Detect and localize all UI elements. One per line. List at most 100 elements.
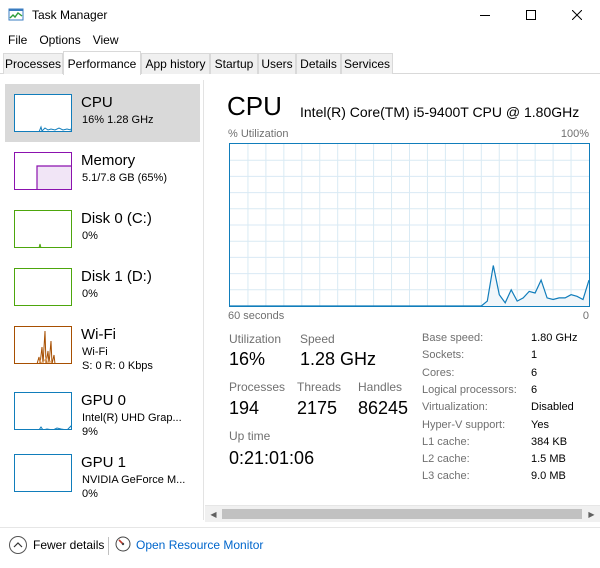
spec-value: 1.80 GHz (531, 332, 578, 344)
utilization-axis-max: 100% (560, 128, 589, 140)
utilization-value: 16% (229, 349, 266, 369)
spec-label: Virtualization: (422, 401, 488, 414)
minimize-button[interactable] (462, 0, 508, 30)
spec-label: Base speed: (422, 332, 484, 344)
chevron-up-icon (13, 542, 23, 548)
fewer-details-button[interactable] (9, 536, 27, 554)
sidebar-item-gpu-0[interactable]: GPU 0 Intel(R) UHD Grap... 9% (5, 382, 200, 440)
spec-value: Disabled (531, 401, 574, 414)
cpu-thumbnail-graph (14, 94, 72, 132)
maximize-button[interactable] (508, 0, 554, 30)
menu-file[interactable]: File (2, 33, 33, 47)
resource-monitor-icon[interactable] (115, 536, 131, 552)
sidebar-item-title: Memory (81, 152, 136, 169)
speed-label: Speed (300, 332, 335, 346)
memory-thumbnail-graph (14, 152, 72, 190)
sidebar-item-title: GPU 1 (81, 454, 127, 471)
spec-value: 1 (531, 349, 538, 362)
cpu-detail-panel: CPU Intel(R) Core(TM) i5-9400T CPU @ 1.8… (205, 80, 600, 520)
spec-value: 9.0 MB (531, 470, 566, 483)
utilization-label: Utilization (229, 332, 282, 346)
spec-value: 1.5 MB (531, 453, 566, 466)
title-bar: Task Manager (0, 0, 600, 30)
wifi-thumbnail-graph (14, 326, 72, 364)
graph-axis-right-label: 0 (582, 310, 589, 322)
sidebar-item-cpu[interactable]: CPU 16% 1.28 GHz (5, 84, 200, 142)
scrollbar-thumb[interactable] (222, 509, 582, 519)
menu-bar: File Options View (0, 30, 600, 50)
cpu-utilization-chart (230, 144, 589, 306)
spec-value: Yes (531, 418, 549, 431)
handles-label: Handles (358, 380, 403, 394)
minimize-icon (480, 15, 490, 16)
tab-strip: Processes Performance App history Startu… (0, 51, 600, 75)
spec-label: Hyper-V support: (422, 418, 506, 431)
gpu-1-thumbnail-graph (14, 454, 72, 492)
sidebar-item-detail-2: 9% (82, 426, 98, 438)
window-title: Task Manager (32, 8, 108, 22)
tab-performance[interactable]: Performance (63, 51, 141, 75)
menu-view[interactable]: View (87, 33, 125, 47)
sidebar-item-title: CPU (81, 94, 113, 111)
tab-app-history[interactable]: App history (141, 53, 210, 74)
processes-value: 194 (229, 398, 260, 418)
tab-services[interactable]: Services (341, 53, 393, 74)
sidebar-item-detail: 5.1/7.8 GB (65%) (82, 172, 167, 184)
spec-label: L1 cache: (422, 435, 470, 448)
sidebar-item-gpu-1[interactable]: GPU 1 NVIDIA GeForce M... 0% (5, 444, 200, 502)
sidebar-item-title: GPU 0 (81, 392, 127, 409)
sidebar-item-title: Disk 0 (C:) (81, 210, 152, 227)
task-manager-icon (8, 7, 24, 23)
disk-0-thumbnail-graph (14, 210, 72, 248)
speed-value: 1.28 GHz (300, 349, 377, 369)
resource-sidebar: CPU 16% 1.28 GHz Memory 5.1/7.8 GB (65%)… (0, 80, 204, 520)
sidebar-item-title: Disk 1 (D:) (81, 268, 152, 285)
page-title: CPU (227, 91, 282, 121)
handles-value: 86245 (358, 398, 409, 418)
spec-value: 384 KB (531, 435, 568, 448)
cpu-model-name: Intel(R) Core(TM) i5-9400T CPU @ 1.80GHz (300, 104, 580, 120)
spec-value: 6 (531, 366, 538, 379)
sidebar-item-detail: 16% 1.28 GHz (82, 114, 154, 126)
tab-details[interactable]: Details (296, 53, 341, 74)
sidebar-item-detail: 0% (82, 230, 98, 242)
tab-startup[interactable]: Startup (210, 53, 258, 74)
spec-label: Cores: (422, 366, 455, 379)
threads-value: 2175 (297, 398, 338, 418)
sidebar-item-wifi[interactable]: Wi-Fi Wi-Fi S: 0 R: 0 Kbps (5, 316, 200, 374)
footer-bar: Fewer details Open Resource Monitor (0, 527, 600, 568)
uptime-label: Up time (229, 429, 271, 443)
tab-users[interactable]: Users (258, 53, 296, 74)
menu-options[interactable]: Options (33, 33, 86, 47)
graph-axis-left-label: 60 seconds (228, 310, 285, 322)
cpu-utilization-graph (229, 143, 590, 307)
processes-label: Processes (229, 380, 286, 394)
scroll-right-icon[interactable]: ▶ (583, 506, 600, 522)
sidebar-item-title: Wi-Fi (81, 326, 116, 343)
spec-label: L2 cache: (422, 453, 470, 466)
tab-processes[interactable]: Processes (3, 53, 63, 74)
open-resource-monitor-link[interactable]: Open Resource Monitor (136, 538, 263, 552)
disk-1-thumbnail-graph (14, 268, 72, 306)
gpu-0-thumbnail-graph (14, 392, 72, 430)
spec-value: 6 (531, 383, 538, 396)
horizontal-scrollbar[interactable]: ◀ ▶ (205, 505, 600, 522)
spec-label: Logical processors: (422, 383, 517, 396)
uptime-value: 0:21:01:06 (229, 448, 315, 468)
sidebar-item-detail: 0% (82, 288, 98, 300)
sidebar-item-detail-2: S: 0 R: 0 Kbps (82, 360, 153, 372)
maximize-icon (526, 10, 536, 20)
sidebar-item-memory[interactable]: Memory 5.1/7.8 GB (65%) (5, 142, 200, 200)
utilization-axis-label: % Utilization (228, 128, 289, 140)
sidebar-item-detail-2: 0% (82, 488, 98, 500)
sidebar-item-detail: NVIDIA GeForce M... (82, 474, 186, 486)
close-button[interactable] (554, 0, 600, 30)
threads-label: Threads (297, 380, 342, 394)
fewer-details-link[interactable]: Fewer details (33, 538, 104, 552)
sidebar-item-disk-0[interactable]: Disk 0 (C:) 0% (5, 200, 200, 258)
scroll-left-icon[interactable]: ◀ (205, 506, 222, 522)
footer-divider (108, 537, 109, 555)
spec-label: Sockets: (422, 349, 465, 362)
sidebar-item-detail: Intel(R) UHD Grap... (82, 412, 182, 424)
sidebar-item-disk-1[interactable]: Disk 1 (D:) 0% (5, 258, 200, 316)
